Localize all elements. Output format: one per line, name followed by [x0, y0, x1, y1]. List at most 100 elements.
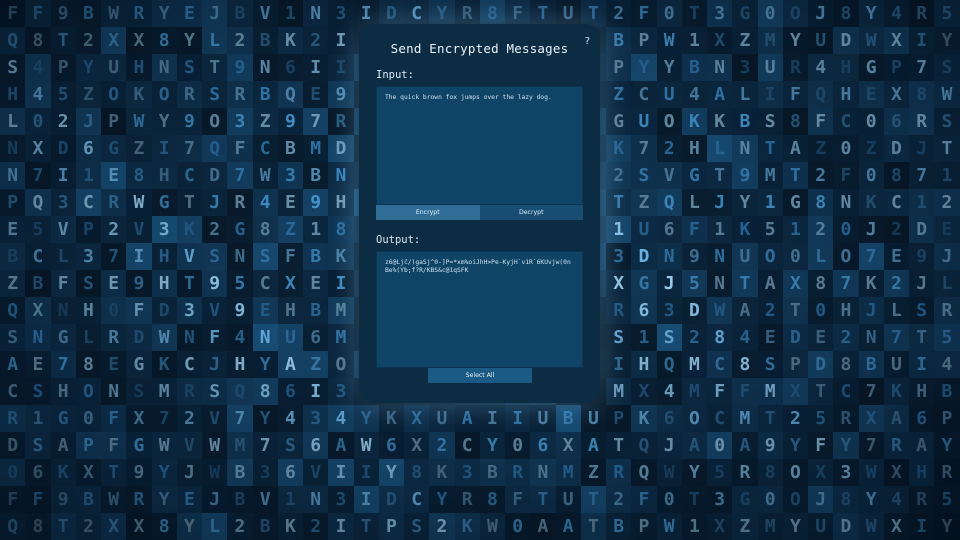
matrix-glyph: X — [782, 378, 808, 405]
output-textarea[interactable]: z6@Ljč/)gaSj^0-]P=*xm%oiJhH>Pe-KyjH`v1R`… — [376, 251, 583, 368]
matrix-glyph: X — [555, 432, 581, 459]
select-all-button[interactable]: Select All — [428, 368, 532, 383]
matrix-glyph: M — [757, 513, 783, 540]
matrix-glyph: N — [303, 0, 329, 27]
matrix-glyph: 8 — [782, 108, 808, 135]
matrix-glyph: 1 — [681, 513, 707, 540]
encryption-dialog: Send Encrypted Messages ? Input: The qui… — [359, 24, 600, 403]
matrix-glyph: 8 — [707, 324, 733, 351]
matrix-glyph: P — [883, 54, 909, 81]
matrix-glyph: X — [75, 459, 101, 486]
matrix-glyph: D — [202, 162, 228, 189]
matrix-glyph: B — [934, 378, 960, 405]
matrix-glyph: G — [151, 189, 177, 216]
matrix-glyph: I — [606, 351, 632, 378]
matrix-glyph: I — [353, 0, 379, 27]
matrix-glyph: S — [934, 108, 960, 135]
matrix-glyph: M — [328, 324, 354, 351]
matrix-glyph: P — [934, 405, 960, 432]
matrix-glyph: W — [656, 27, 682, 54]
matrix-glyph: L — [50, 243, 76, 270]
matrix-glyph: B — [681, 54, 707, 81]
matrix-glyph: 9 — [176, 108, 202, 135]
matrix-glyph: A — [530, 513, 556, 540]
matrix-glyph: Y — [934, 513, 960, 540]
matrix-glyph: T — [530, 486, 556, 513]
matrix-glyph: Y — [151, 108, 177, 135]
matrix-glyph: V — [303, 459, 329, 486]
matrix-glyph: 9 — [126, 270, 152, 297]
matrix-glyph: E — [252, 297, 278, 324]
matrix-glyph: 2 — [303, 513, 329, 540]
matrix-glyph: I — [328, 54, 354, 81]
matrix-glyph: 6 — [277, 378, 303, 405]
matrix-glyph: I — [353, 459, 379, 486]
matrix-glyph: O — [782, 486, 808, 513]
matrix-glyph: X — [707, 513, 733, 540]
matrix-glyph: E — [101, 162, 127, 189]
matrix-glyph: J — [202, 0, 228, 27]
matrix-glyph: X — [277, 270, 303, 297]
matrix-glyph: Z — [0, 270, 26, 297]
matrix-glyph: 5 — [681, 270, 707, 297]
matrix-glyph: Y — [75, 54, 101, 81]
input-textarea[interactable]: The quick brown fox jumps over the lazy … — [376, 86, 583, 205]
matrix-glyph: R — [227, 189, 253, 216]
matrix-glyph: 0 — [782, 243, 808, 270]
matrix-glyph: 2 — [606, 162, 632, 189]
matrix-glyph: 7 — [227, 162, 253, 189]
matrix-glyph: 0 — [808, 297, 834, 324]
matrix-glyph: 4 — [227, 324, 253, 351]
matrix-glyph: A — [681, 432, 707, 459]
matrix-glyph: B — [606, 27, 632, 54]
matrix-glyph: T — [353, 513, 379, 540]
matrix-glyph: O — [151, 81, 177, 108]
matrix-glyph: 3 — [252, 459, 278, 486]
matrix-glyph: E — [883, 243, 909, 270]
matrix-glyph: B — [75, 486, 101, 513]
matrix-glyph: 4 — [277, 405, 303, 432]
decrypt-button[interactable]: Decrypt — [479, 205, 583, 220]
matrix-glyph: Y — [151, 0, 177, 27]
matrix-glyph: N — [50, 297, 76, 324]
matrix-glyph: Y — [782, 432, 808, 459]
matrix-glyph: W — [656, 459, 682, 486]
matrix-glyph: 8 — [479, 486, 505, 513]
matrix-glyph: M — [227, 432, 253, 459]
matrix-glyph: M — [303, 135, 329, 162]
matrix-glyph: P — [378, 513, 404, 540]
matrix-glyph: D — [909, 216, 935, 243]
matrix-glyph: Z — [858, 135, 884, 162]
matrix-glyph: 7 — [151, 405, 177, 432]
matrix-glyph: 1 — [934, 162, 960, 189]
matrix-glyph: I — [479, 405, 505, 432]
matrix-glyph: K — [50, 459, 76, 486]
matrix-glyph: O — [757, 243, 783, 270]
encrypt-button[interactable]: Encrypt — [376, 205, 480, 220]
matrix-glyph: R — [606, 297, 632, 324]
matrix-glyph: Y — [782, 27, 808, 54]
matrix-glyph: 4 — [808, 54, 834, 81]
help-icon[interactable]: ? — [585, 36, 590, 47]
matrix-glyph: S — [202, 378, 228, 405]
matrix-glyph: 0 — [25, 108, 51, 135]
matrix-glyph: C — [707, 405, 733, 432]
matrix-glyph: N — [227, 243, 253, 270]
matrix-glyph: U — [555, 486, 581, 513]
matrix-glyph: F — [732, 378, 758, 405]
matrix-glyph: 2 — [606, 486, 632, 513]
matrix-glyph: F — [25, 0, 51, 27]
matrix-glyph: 4 — [732, 324, 758, 351]
matrix-glyph: 8 — [808, 189, 834, 216]
matrix-glyph: M — [757, 378, 783, 405]
matrix-glyph: 8 — [75, 351, 101, 378]
matrix-glyph: Q — [656, 351, 682, 378]
matrix-glyph: 3 — [707, 486, 733, 513]
matrix-glyph: V — [50, 216, 76, 243]
matrix-glyph: O — [202, 108, 228, 135]
matrix-glyph: Q — [202, 135, 228, 162]
matrix-glyph: 8 — [151, 513, 177, 540]
matrix-glyph: C — [883, 189, 909, 216]
matrix-glyph: 1 — [631, 324, 657, 351]
matrix-glyph: X — [25, 135, 51, 162]
